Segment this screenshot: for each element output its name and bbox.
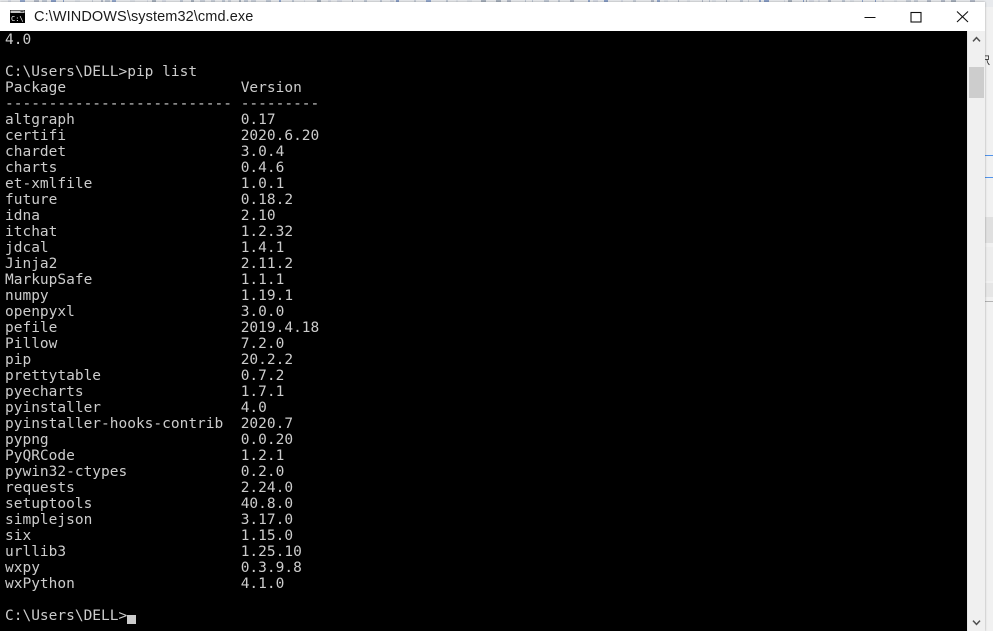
scrollbar-track[interactable] — [968, 48, 985, 614]
console-line: openpyxl 3.0.0 — [5, 304, 285, 320]
console-line: pypng 0.0.20 — [5, 432, 294, 448]
console-line: jdcal 1.4.1 — [5, 240, 285, 256]
console-output-area[interactable]: 4.0 C:\Users\DELL>pip list Package Version… — [0, 31, 985, 631]
console-line: future 0.18.2 — [5, 192, 294, 208]
console-line: Jinja2 2.11.2 — [5, 256, 294, 272]
console-line: charts 0.4.6 — [5, 160, 285, 176]
console-line: wxPython 4.1.0 — [5, 576, 285, 592]
console-line: idna 2.10 — [5, 208, 276, 224]
console-line: pip 20.2.2 — [5, 352, 294, 368]
console-line: chardet 3.0.4 — [5, 144, 285, 160]
console-line: prettytable 0.7.2 — [5, 368, 285, 384]
console-line: pefile 2019.4.18 — [5, 320, 320, 336]
console-line: numpy 1.19.1 — [5, 288, 294, 304]
console-line: MarkupSafe 1.1.1 — [5, 272, 285, 288]
console-line: pyinstaller-hooks-contrib 2020.7 — [5, 416, 294, 432]
title-bar[interactable]: C:\ C:\WINDOWS\system32\cmd.exe — [0, 2, 985, 32]
console-line: itchat 1.2.32 — [5, 224, 294, 240]
cmd-console-icon: C:\ — [9, 9, 26, 24]
console-line: simplejson 3.17.0 — [5, 512, 294, 528]
console-line: wxpy 0.3.9.8 — [5, 560, 302, 576]
scrollbar-thumb[interactable] — [969, 67, 984, 98]
console-line: urllib3 1.25.10 — [5, 544, 302, 560]
console-text: 4.0 C:\Users\DELL>pip list Package Version… — [5, 32, 319, 624]
console-line: six 1.15.0 — [5, 528, 294, 544]
console-line: setuptools 40.8.0 — [5, 496, 294, 512]
console-line: C:\Users\DELL>pip list — [5, 64, 198, 80]
svg-text:C:\: C:\ — [11, 15, 24, 23]
close-button[interactable] — [939, 2, 985, 31]
console-line: Package Version — [5, 80, 302, 96]
console-line: PyQRCode 1.2.1 — [5, 448, 285, 464]
console-line: pyinstaller 4.0 — [5, 400, 267, 416]
cmd-window: C:\ C:\WINDOWS\system32\cmd.exe 4.0 C:\Us… — [0, 2, 985, 631]
console-line: certifi 2020.6.20 — [5, 128, 320, 144]
console-line: requests 2.24.0 — [5, 480, 294, 496]
console-scrollbar[interactable] — [967, 31, 985, 631]
console-line: -------------------------- --------- — [5, 96, 320, 112]
console-line: pywin32-ctypes 0.2.0 — [5, 464, 285, 480]
console-line: Pillow 7.2.0 — [5, 336, 285, 352]
console-line: pyecharts 1.7.1 — [5, 384, 285, 400]
window-title: C:\WINDOWS\system32\cmd.exe — [34, 8, 254, 25]
console-line: C:\Users\DELL> — [5, 608, 128, 624]
maximize-button[interactable] — [893, 2, 939, 31]
minimize-button[interactable] — [847, 2, 893, 31]
console-line: 4.0 — [5, 32, 32, 48]
console-cursor — [126, 615, 136, 624]
console-line: altgraph 0.17 — [5, 112, 276, 128]
scroll-up-icon[interactable] — [968, 31, 985, 48]
console-line: et-xmlfile 1.0.1 — [5, 176, 285, 192]
scroll-down-icon[interactable] — [968, 614, 985, 631]
